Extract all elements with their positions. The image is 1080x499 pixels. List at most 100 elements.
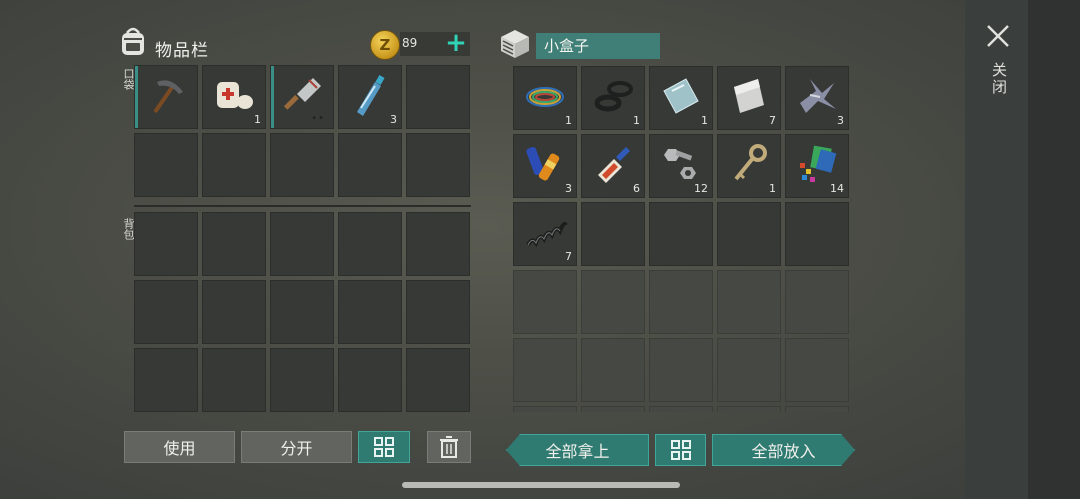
glass-pane-icon bbox=[663, 77, 699, 114]
item-quantity: 12 bbox=[694, 182, 708, 195]
pocket-slot[interactable] bbox=[134, 65, 198, 129]
pocket-slot[interactable] bbox=[134, 133, 198, 197]
wires-icon bbox=[526, 86, 564, 107]
metal-sheet-icon bbox=[734, 78, 764, 113]
locked-slot bbox=[717, 338, 781, 402]
pocket-slot[interactable]: 1 bbox=[202, 65, 266, 129]
locked-slot bbox=[785, 406, 849, 412]
backpack-slot[interactable] bbox=[406, 280, 470, 344]
pocket-slot[interactable] bbox=[338, 133, 402, 197]
item-quantity: 1 bbox=[254, 113, 261, 126]
container-slot[interactable] bbox=[717, 202, 781, 266]
pocket-slot[interactable] bbox=[202, 133, 266, 197]
container-slot[interactable]: 6 bbox=[581, 134, 645, 198]
container-slot[interactable]: 7 bbox=[513, 202, 577, 266]
pocket-slot[interactable] bbox=[406, 133, 470, 197]
spring-icon bbox=[526, 221, 568, 247]
container-grid: 1 1 1 7 3 3 6 12 1 14 7 bbox=[513, 66, 849, 412]
locked-slot bbox=[717, 406, 781, 412]
backpack-slot[interactable] bbox=[338, 348, 402, 412]
container-slot[interactable]: 3 bbox=[785, 66, 849, 130]
container-slot[interactable]: 1 bbox=[513, 66, 577, 130]
container-slot[interactable]: 1 bbox=[717, 134, 781, 198]
pocket-slot[interactable]: •• bbox=[270, 65, 334, 129]
container-sort-button[interactable] bbox=[655, 434, 706, 466]
item-quantity: 3 bbox=[565, 182, 572, 195]
item-quantity: 1 bbox=[701, 114, 708, 127]
item-quantity: 7 bbox=[565, 250, 572, 263]
container-slot[interactable] bbox=[581, 202, 645, 266]
sort-button[interactable] bbox=[358, 431, 410, 463]
backpack-slot[interactable] bbox=[202, 348, 266, 412]
pocket-slot[interactable]: 3 bbox=[338, 65, 402, 129]
locked-slot bbox=[581, 270, 645, 334]
backpack-slot[interactable] bbox=[338, 280, 402, 344]
backpack-slot[interactable] bbox=[202, 212, 266, 276]
nuts-bolts-icon bbox=[664, 148, 696, 179]
container-name: 小盒子 bbox=[536, 33, 660, 59]
trash-icon bbox=[440, 436, 458, 458]
item-quantity: 7 bbox=[769, 114, 776, 127]
scrap-metal-icon bbox=[800, 78, 836, 113]
key-icon bbox=[734, 143, 767, 180]
locked-slot bbox=[717, 270, 781, 334]
backpack-slot[interactable] bbox=[270, 212, 334, 276]
coin-icon: Z bbox=[370, 30, 400, 60]
batteries-icon bbox=[526, 146, 560, 181]
container-slot[interactable]: 7 bbox=[717, 66, 781, 130]
inventory-title: 物品栏 bbox=[155, 41, 209, 61]
backpack-slot[interactable] bbox=[406, 348, 470, 412]
locked-slot bbox=[649, 338, 713, 402]
item-quantity: 14 bbox=[830, 182, 844, 195]
locked-slot bbox=[513, 270, 577, 334]
backpack-icon bbox=[122, 27, 144, 55]
locked-slot bbox=[513, 406, 577, 412]
pocket-grid: 1 •• 3 bbox=[134, 65, 470, 197]
grid-icon bbox=[670, 440, 691, 460]
locked-slot bbox=[785, 338, 849, 402]
item-quantity: 6 bbox=[633, 182, 640, 195]
use-button[interactable]: 使用 bbox=[124, 431, 235, 463]
pocket-slot[interactable] bbox=[270, 133, 334, 197]
side-panel-edge bbox=[1028, 0, 1080, 499]
backpack-slot[interactable] bbox=[406, 212, 470, 276]
split-button[interactable]: 分开 bbox=[241, 431, 352, 463]
backpack-slot[interactable] bbox=[134, 212, 198, 276]
put-all-button[interactable]: 全部放入 bbox=[712, 434, 855, 466]
container-slot[interactable]: 14 bbox=[785, 134, 849, 198]
backpack-slot[interactable] bbox=[134, 280, 198, 344]
backpack-grid bbox=[134, 212, 470, 412]
backpack-slot[interactable] bbox=[134, 348, 198, 412]
box-icon bbox=[501, 30, 529, 58]
pocket-slot[interactable] bbox=[406, 65, 470, 129]
container-slot[interactable]: 3 bbox=[513, 134, 577, 198]
container-slot[interactable] bbox=[649, 202, 713, 266]
close-icon[interactable] bbox=[984, 22, 1012, 50]
locked-slot bbox=[649, 406, 713, 412]
container-slot[interactable]: 12 bbox=[649, 134, 713, 198]
home-indicator[interactable] bbox=[402, 482, 680, 488]
locked-slot bbox=[649, 270, 713, 334]
divider bbox=[134, 205, 471, 207]
container-slot[interactable]: 1 bbox=[581, 66, 645, 130]
item-quantity: 1 bbox=[633, 114, 640, 127]
backpack-slot[interactable] bbox=[270, 348, 334, 412]
glue-icon bbox=[598, 146, 630, 183]
drop-button[interactable] bbox=[427, 431, 471, 463]
grid-icon bbox=[374, 437, 394, 457]
backpack-slot[interactable] bbox=[270, 280, 334, 344]
container-slot[interactable] bbox=[785, 202, 849, 266]
locked-slot bbox=[513, 338, 577, 402]
container-slot[interactable]: 1 bbox=[649, 66, 713, 130]
item-quantity: 3 bbox=[837, 114, 844, 127]
plastic-parts-icon bbox=[800, 145, 837, 182]
take-all-button[interactable]: 全部拿上 bbox=[506, 434, 649, 466]
close-label[interactable]: 关闭 bbox=[989, 62, 1010, 96]
durability-bar bbox=[271, 66, 274, 128]
bandage-icon bbox=[217, 81, 253, 109]
item-quantity: 1 bbox=[769, 182, 776, 195]
add-coins-button[interactable]: + bbox=[444, 30, 468, 57]
pickaxe-icon bbox=[153, 79, 183, 113]
backpack-slot[interactable] bbox=[338, 212, 402, 276]
backpack-slot[interactable] bbox=[202, 280, 266, 344]
